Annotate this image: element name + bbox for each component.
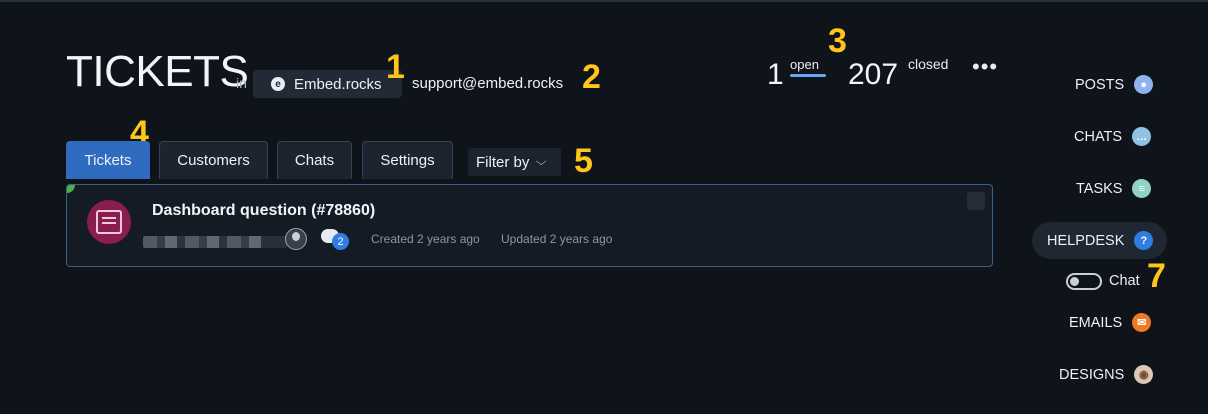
organization-name: Embed.rocks bbox=[294, 75, 382, 93]
sidebar-item-label: DESIGNS bbox=[1059, 366, 1125, 383]
assignee-avatar[interactable] bbox=[285, 228, 307, 250]
sidebar-item-label: EMAILS bbox=[1069, 314, 1123, 331]
tab-settings[interactable]: Settings bbox=[362, 141, 453, 179]
customer-avatar bbox=[87, 200, 131, 244]
open-filter-link[interactable]: open bbox=[790, 57, 819, 72]
filter-by-dropdown[interactable]: Filter by ⌵ bbox=[468, 148, 561, 176]
more-options-icon[interactable]: ••• bbox=[972, 54, 998, 80]
top-border bbox=[0, 0, 1208, 2]
created-timestamp: Created 2 years ago bbox=[371, 232, 480, 246]
sidebar-item-designs[interactable]: DESIGNS ◉ bbox=[1059, 365, 1154, 384]
redacted-customer-info bbox=[143, 236, 263, 248]
user-icon: ● bbox=[1134, 75, 1154, 94]
sidebar-item-chats[interactable]: CHATS … bbox=[1074, 127, 1152, 146]
callout-1: 1 bbox=[386, 48, 405, 86]
ticket-title[interactable]: Dashboard question (#78860) bbox=[152, 202, 375, 220]
chevron-down-icon: ⌵ bbox=[536, 155, 547, 168]
envelope-icon: ✉ bbox=[1132, 313, 1152, 332]
support-email[interactable]: support@embed.rocks bbox=[412, 75, 563, 92]
sidebar-item-label: POSTS bbox=[1075, 76, 1125, 93]
filter-by-label: Filter by bbox=[476, 153, 530, 171]
callout-7: 7 bbox=[1147, 257, 1166, 295]
updated-timestamp: Updated 2 years ago bbox=[501, 232, 613, 246]
toggle-knob bbox=[1070, 277, 1079, 286]
callout-3: 3 bbox=[828, 22, 847, 60]
open-count[interactable]: 1 bbox=[767, 58, 784, 92]
tab-customers[interactable]: Customers bbox=[159, 141, 268, 179]
in-label: in bbox=[236, 75, 247, 91]
open-active-underline bbox=[790, 74, 826, 77]
clipboard-icon: ≡ bbox=[1132, 179, 1152, 198]
ticket-row[interactable]: Dashboard question (#78860) 2 Created 2 … bbox=[66, 184, 993, 267]
sidebar-item-label: HELPDESK bbox=[1047, 232, 1125, 249]
comment-count-badge: 2 bbox=[332, 233, 349, 250]
sidebar-item-posts[interactable]: POSTS ● bbox=[1075, 75, 1154, 94]
closed-filter-link[interactable]: closed bbox=[908, 56, 948, 72]
page-title: TICKETS bbox=[66, 47, 249, 96]
embed-logo-icon: e bbox=[271, 77, 285, 91]
ticket-select-checkbox[interactable] bbox=[967, 192, 985, 210]
redacted-customer-info-tail bbox=[263, 236, 287, 248]
sidebar-item-tasks[interactable]: TASKS ≡ bbox=[1076, 179, 1152, 198]
palette-icon: ◉ bbox=[1134, 365, 1154, 384]
callout-2: 2 bbox=[582, 58, 601, 96]
chat-toggle-switch[interactable] bbox=[1066, 273, 1102, 290]
tab-chats[interactable]: Chats bbox=[277, 141, 352, 179]
chat-toggle-label: Chat bbox=[1109, 273, 1140, 289]
question-icon: ? bbox=[1134, 231, 1154, 250]
sidebar-item-label: CHATS bbox=[1074, 128, 1123, 145]
callout-5: 5 bbox=[574, 142, 593, 180]
closed-count[interactable]: 207 bbox=[848, 58, 898, 92]
organization-selector[interactable]: e Embed.rocks bbox=[253, 70, 402, 98]
sidebar-item-label: TASKS bbox=[1076, 180, 1123, 197]
status-indicator bbox=[67, 185, 75, 193]
sidebar-item-helpdesk[interactable]: HELPDESK ? bbox=[1047, 231, 1154, 250]
sidebar-item-emails[interactable]: EMAILS ✉ bbox=[1069, 313, 1152, 332]
chat-bubble-icon: … bbox=[1132, 127, 1152, 146]
tab-tickets[interactable]: Tickets bbox=[66, 141, 150, 179]
